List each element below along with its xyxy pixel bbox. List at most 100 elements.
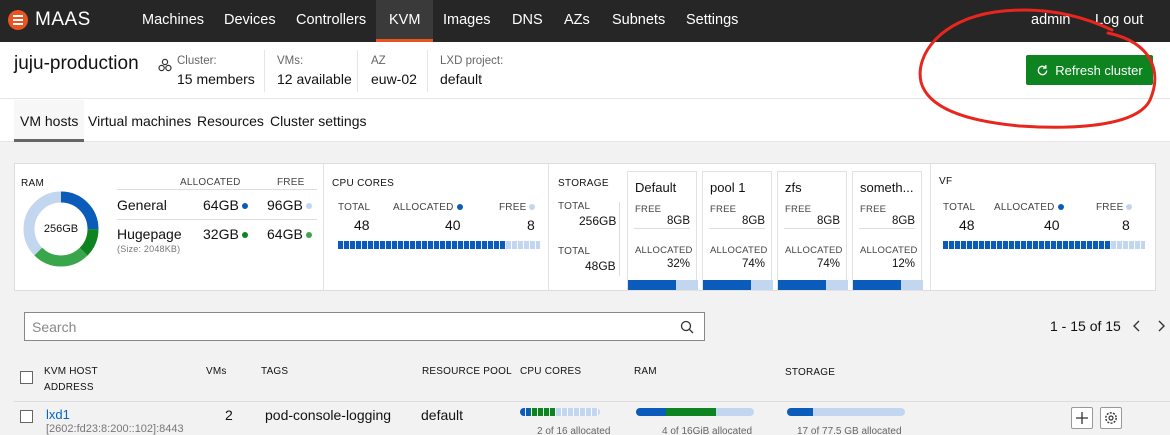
nav-subnets[interactable]: Subnets bbox=[612, 0, 665, 42]
maas-logo[interactable]: MAAS bbox=[8, 9, 91, 31]
storage-pool-name: pool 1 bbox=[710, 180, 746, 195]
column-storage[interactable]: STORAGE bbox=[785, 367, 835, 378]
nav-user[interactable]: admin bbox=[1031, 0, 1071, 42]
vms-value: 12 available bbox=[277, 71, 352, 87]
cpu-allocated-value: 40 bbox=[445, 217, 461, 233]
kvm-host-address: [2602:fd23:8:200::102]:8443 bbox=[46, 423, 184, 435]
ram-general-free: 96GB bbox=[267, 197, 312, 213]
plus-icon bbox=[1076, 412, 1088, 424]
ram-general-label: General bbox=[117, 197, 167, 213]
column-cpu-cores[interactable]: CPU CORES bbox=[520, 366, 581, 377]
refresh-cluster-label: Refresh cluster bbox=[1055, 62, 1143, 78]
storage-total-value-2: 48GB bbox=[585, 259, 616, 273]
nav-images[interactable]: Images bbox=[443, 0, 491, 42]
ram-hugepage-free: 64GB bbox=[267, 226, 312, 242]
next-page-icon[interactable] bbox=[1156, 320, 1166, 332]
pagination-text: 1 - 15 of 15 bbox=[1050, 318, 1121, 334]
column-ram[interactable]: RAM bbox=[634, 366, 657, 377]
nav-kvm[interactable]: KVM bbox=[376, 0, 434, 42]
cluster-label: Cluster: bbox=[177, 55, 217, 67]
storage-pool-card[interactable]: someth... FREE 8GB ALLOCATED 12% bbox=[852, 171, 923, 291]
tab-cluster-settings[interactable]: Cluster settings bbox=[270, 100, 366, 142]
cpu-free-label: FREE bbox=[499, 202, 536, 213]
ram-section: RAM 256GB ALLOCATED FREE General 64GB 96… bbox=[15, 164, 324, 290]
host-settings-button[interactable] bbox=[1100, 407, 1122, 429]
resources-strip: RAM 256GB ALLOCATED FREE General 64GB 96… bbox=[14, 163, 1156, 291]
nav-azs[interactable]: AZs bbox=[564, 0, 590, 42]
ram-hugepage-note: (Size: 2048KB) bbox=[117, 244, 181, 254]
project-value: default bbox=[440, 71, 483, 87]
kvm-host-link[interactable]: lxd1 bbox=[46, 407, 70, 422]
vf-usage-bar bbox=[943, 241, 1145, 249]
vf-free-value: 8 bbox=[1122, 217, 1130, 233]
logout-link[interactable]: Log out bbox=[1095, 0, 1143, 42]
storage-section: STORAGE TOTAL 256GB TOTAL 48GB Default F… bbox=[549, 164, 931, 291]
search-box bbox=[24, 312, 705, 341]
page-header: juju-production Cluster: 15 members VMs:… bbox=[0, 42, 1170, 99]
row-checkbox[interactable] bbox=[20, 410, 33, 423]
maas-logo-icon bbox=[8, 10, 28, 30]
gear-icon bbox=[1105, 412, 1117, 424]
vf-allocated-label: ALLOCATED bbox=[994, 202, 1064, 213]
column-resource-pool[interactable]: RESOURCE POOL bbox=[422, 366, 512, 377]
project-label: LXD project: bbox=[440, 55, 504, 67]
row-vms-count: 2 bbox=[225, 407, 233, 423]
project-meta: LXD project: default bbox=[440, 55, 503, 87]
cpu-title: CPU CORES bbox=[332, 178, 395, 189]
column-vms[interactable]: VMs bbox=[206, 366, 227, 377]
storage-title: STORAGE bbox=[558, 178, 609, 189]
az-value: euw-02 bbox=[371, 71, 417, 87]
storage-total-label-2: TOTAL bbox=[558, 246, 591, 257]
ram-allocated-header: ALLOCATED bbox=[180, 177, 241, 188]
vms-label: VMs: bbox=[277, 55, 304, 67]
pagination: 1 - 15 of 15 bbox=[1050, 318, 1121, 334]
add-vm-button[interactable] bbox=[1071, 407, 1093, 429]
cpu-total-value: 48 bbox=[354, 217, 370, 233]
previous-page-icon[interactable] bbox=[1132, 320, 1142, 332]
ram-donut-label: 256GB bbox=[43, 223, 79, 235]
refresh-icon bbox=[1037, 64, 1048, 75]
cluster-icon bbox=[158, 58, 172, 72]
vf-section: VF TOTAL ALLOCATED FREE 48 40 8 bbox=[931, 164, 1157, 290]
vf-title: VF bbox=[939, 176, 953, 187]
vf-free-label: FREE bbox=[1096, 202, 1133, 213]
vms-meta: VMs: 12 available bbox=[277, 55, 352, 87]
ram-free-header: FREE bbox=[277, 177, 305, 188]
column-host[interactable]: KVM HOST ADDRESS bbox=[44, 366, 98, 393]
row-ram-bar bbox=[636, 408, 754, 416]
select-all-checkbox[interactable] bbox=[20, 371, 33, 384]
az-meta: AZ euw-02 bbox=[371, 55, 417, 87]
nav-machines[interactable]: Machines bbox=[142, 0, 204, 42]
vf-total-label: TOTAL bbox=[943, 202, 976, 213]
ram-title: RAM bbox=[21, 178, 45, 189]
top-navigation: MAAS Machines Devices Controllers KVM Im… bbox=[0, 0, 1170, 42]
cpu-total-label: TOTAL bbox=[338, 202, 371, 213]
nav-settings[interactable]: Settings bbox=[686, 0, 738, 42]
tab-vm-hosts[interactable]: VM hosts bbox=[14, 100, 85, 142]
row-storage-text: 17 of 77.5 GB allocated bbox=[797, 426, 902, 435]
storage-pool-name: Default bbox=[635, 180, 677, 195]
storage-pool-card[interactable]: pool 1 FREE 8GB ALLOCATED 74% bbox=[702, 171, 773, 291]
cluster-value: 15 members bbox=[177, 71, 255, 87]
nav-devices[interactable]: Devices bbox=[224, 0, 276, 42]
tab-resources[interactable]: Resources bbox=[197, 100, 264, 142]
ram-hugepage-label: Hugepage bbox=[117, 226, 182, 242]
refresh-cluster-button[interactable]: Refresh cluster bbox=[1026, 55, 1153, 85]
nav-dns[interactable]: DNS bbox=[512, 0, 543, 42]
brand-name: MAAS bbox=[35, 9, 91, 30]
cpu-free-value: 8 bbox=[527, 217, 535, 233]
row-tags: pod-console-logging bbox=[265, 407, 392, 423]
az-label: AZ bbox=[371, 55, 386, 67]
column-tags[interactable]: TAGS bbox=[261, 366, 288, 377]
cpu-section: CPU CORES TOTAL ALLOCATED FREE 48 40 8 bbox=[324, 164, 549, 290]
cpu-allocated-label: ALLOCATED bbox=[393, 202, 463, 213]
storage-pool-card[interactable]: Default FREE 8GB ALLOCATED 32% bbox=[627, 171, 698, 291]
tab-virtual-machines[interactable]: Virtual machines bbox=[88, 100, 191, 142]
storage-total-value-1: 256GB bbox=[579, 214, 617, 228]
page-title: juju-production bbox=[14, 53, 139, 74]
search-icon[interactable] bbox=[680, 320, 694, 334]
search-input[interactable] bbox=[25, 313, 665, 340]
nav-controllers[interactable]: Controllers bbox=[296, 0, 366, 42]
storage-pool-card[interactable]: zfs FREE 8GB ALLOCATED 74% bbox=[777, 171, 848, 291]
storage-pool-name: zfs bbox=[785, 180, 802, 195]
